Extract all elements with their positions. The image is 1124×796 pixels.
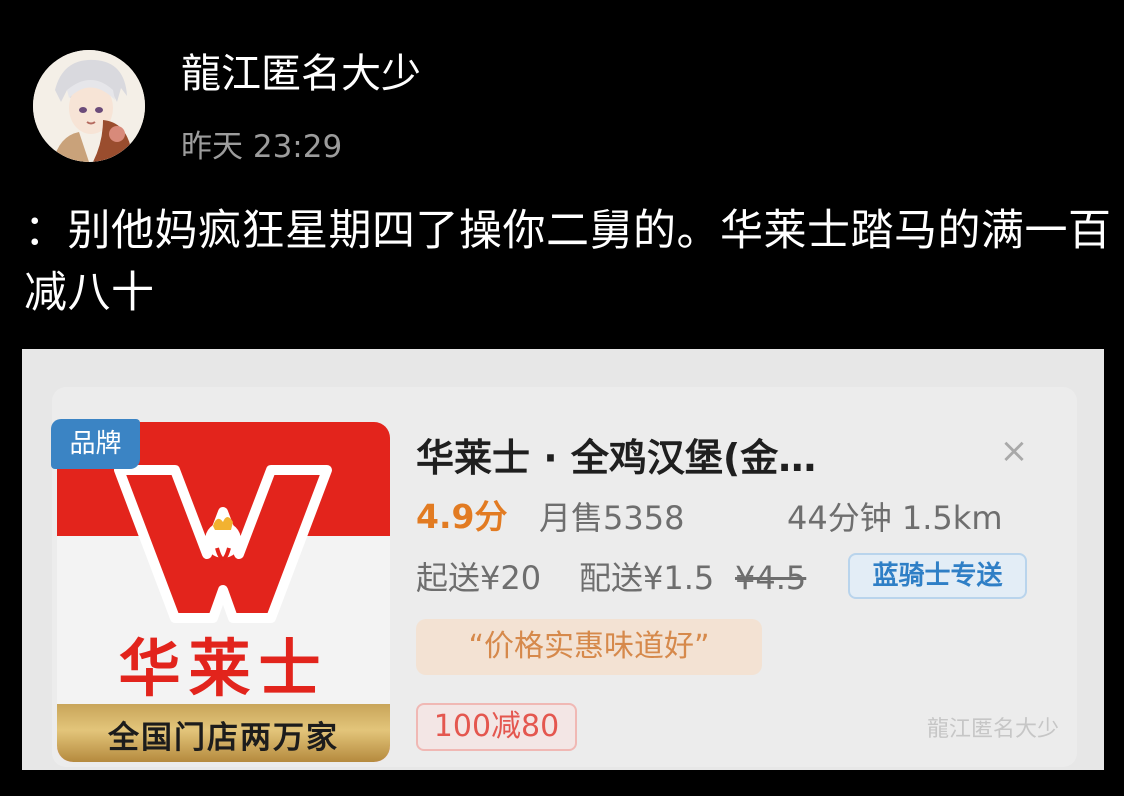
min-order: 起送¥20 <box>416 559 542 597</box>
username[interactable]: 龍江匿名大少 <box>181 48 421 100</box>
store-name[interactable]: 华莱士 · 全鸡汉堡(金… <box>416 433 816 483</box>
promo-tag[interactable]: 100减80 <box>416 703 577 751</box>
close-icon[interactable]: × <box>998 434 1030 468</box>
delivery-fee-original: ¥4.5 <box>735 559 807 597</box>
avatar-illustration <box>33 50 145 162</box>
store-rating: 4.9分 <box>416 497 508 536</box>
post-timestamp: 昨天 23:29 <box>181 129 343 165</box>
post-text: ：别他妈疯狂星期四了操你二舅的。华莱士踏马的满一百减八十 <box>24 206 1112 318</box>
delivery-fee: 配送¥1.5 <box>579 559 715 597</box>
store-logo: 华莱士 全国门店两万家 <box>57 422 390 762</box>
watermark: 龍江匿名大少 <box>927 717 1060 742</box>
monthly-sales: 月售5358 <box>539 499 685 537</box>
store-slogan: “价格实惠味道好” <box>416 619 762 675</box>
avatar[interactable] <box>33 50 145 162</box>
delivery-eta: 44分钟 1.5km <box>787 499 1003 537</box>
logo-banner-text: 全国门店两万家 <box>108 720 339 756</box>
logo-brand-name: 华莱士 <box>118 632 329 705</box>
brand-badge: 品牌 <box>51 419 140 469</box>
attached-screenshot[interactable]: 华莱士 全国门店两万家 品牌 华莱士 · 全鸡汉堡(金… × 4.9分 月售53… <box>22 349 1104 770</box>
rider-tag: 蓝骑士专送 <box>848 553 1027 599</box>
logo-banner: 全国门店两万家 <box>57 704 390 762</box>
